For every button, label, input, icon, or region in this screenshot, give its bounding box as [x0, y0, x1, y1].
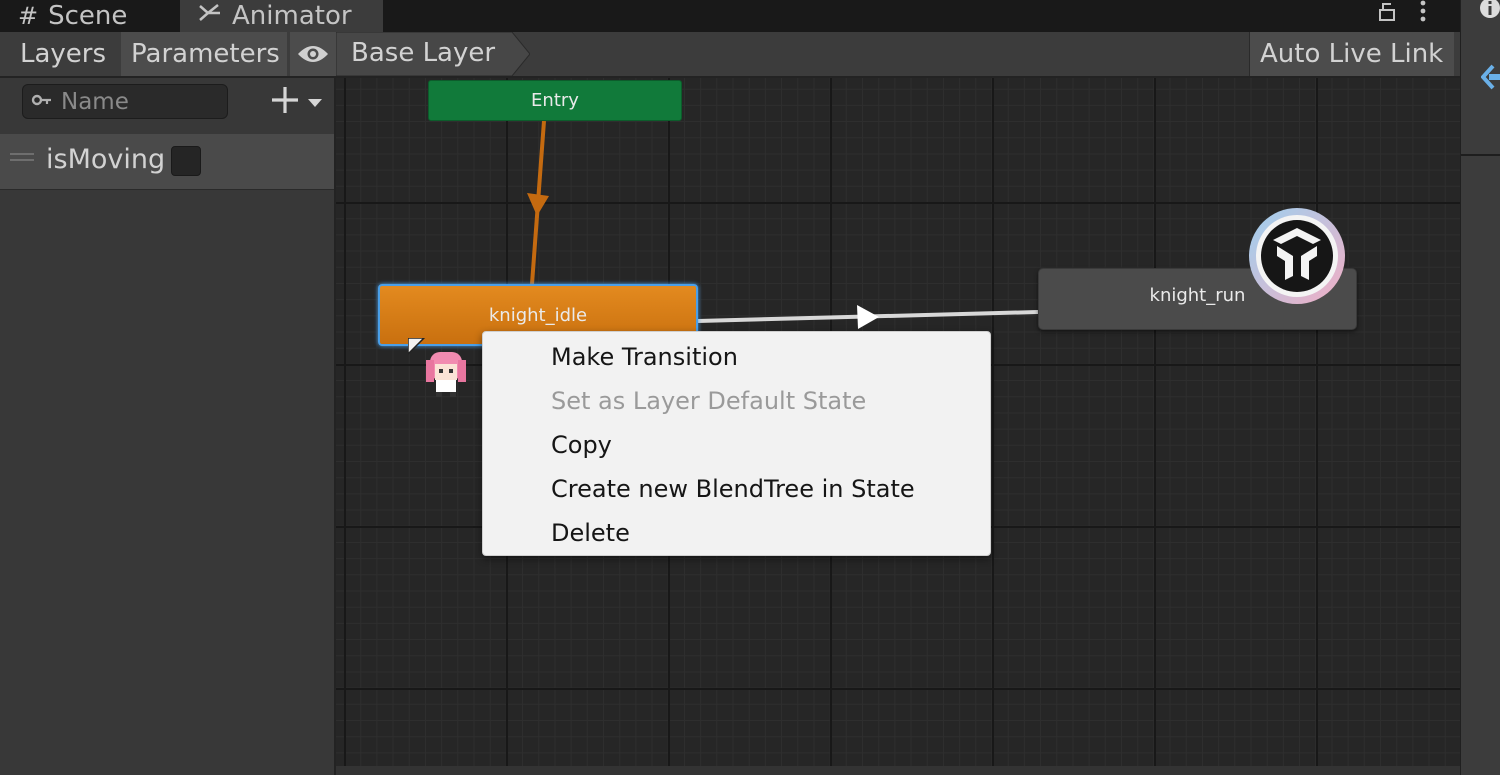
entry-transition[interactable] — [527, 120, 549, 285]
menu-item-set-default-state: Set as Layer Default State — [551, 387, 867, 415]
idle-to-run-transition[interactable] — [697, 305, 1039, 329]
menu-item-create-blendtree[interactable]: Create new BlendTree in State — [483, 467, 990, 511]
character-sprite — [407, 337, 472, 402]
context-menu: Make Transition Set as Layer Default Sta… — [482, 331, 991, 556]
menu-item-copy[interactable]: Copy — [483, 423, 990, 467]
entry-node[interactable]: Entry — [428, 80, 682, 121]
menu-item-delete[interactable]: Delete — [483, 511, 990, 555]
menu-item-make-transition[interactable]: Make Transition — [483, 335, 990, 379]
unity-logo-icon — [1247, 206, 1347, 306]
